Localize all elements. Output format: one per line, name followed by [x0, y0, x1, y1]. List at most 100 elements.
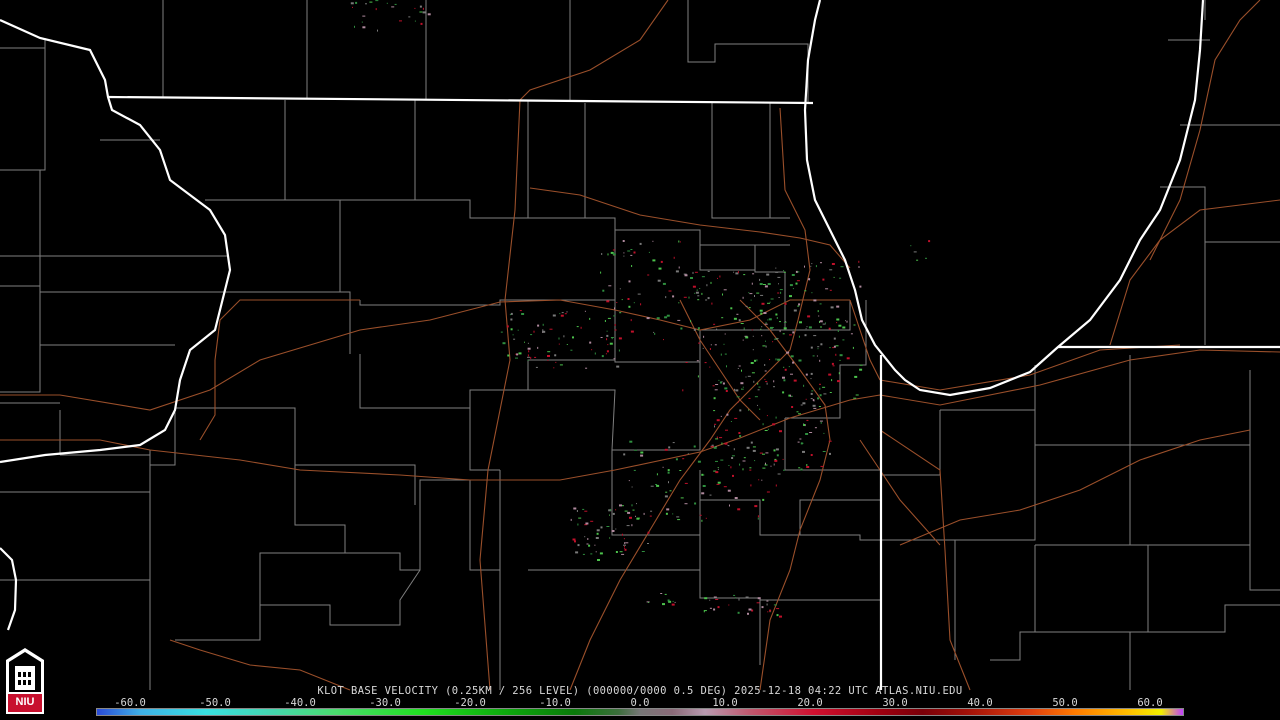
- echo-pixel: [697, 299, 700, 301]
- echo-pixel: [587, 538, 589, 540]
- echo-pixel: [585, 522, 589, 525]
- echo-pixel: [614, 307, 615, 310]
- echo-pixel: [566, 311, 568, 313]
- echo-pixel: [710, 446, 714, 448]
- echo-pixel: [762, 498, 765, 501]
- echo-pixel: [709, 348, 711, 350]
- echo-pixel: [782, 333, 785, 335]
- echo-pixel: [667, 469, 670, 472]
- echo-pixel: [589, 317, 591, 320]
- echo-pixel: [699, 514, 702, 516]
- echo-pixel: [535, 366, 538, 368]
- echo-pixel: [734, 417, 738, 419]
- echo-pixel: [799, 321, 802, 324]
- echo-pixel: [647, 274, 650, 276]
- echo-pixel: [701, 276, 705, 278]
- echo-pixel: [754, 359, 756, 362]
- echo-pixel: [677, 519, 681, 521]
- echo-pixel: [616, 365, 620, 368]
- echo-pixel: [701, 519, 703, 522]
- echo-pixel: [515, 357, 518, 359]
- echo-pixel: [618, 349, 620, 352]
- echo-pixel: [757, 515, 759, 518]
- echo-pixel: [613, 315, 616, 317]
- echo-pixel: [660, 260, 663, 263]
- echo-pixel: [500, 331, 503, 333]
- echo-pixel: [623, 453, 626, 456]
- echo-pixel: [613, 358, 616, 360]
- echo-pixel: [671, 603, 675, 606]
- echo-pixel: [716, 436, 718, 439]
- echo-pixel: [704, 362, 707, 364]
- echo-pixel: [723, 343, 725, 345]
- echo-pixel: [602, 289, 605, 292]
- echo-pixel: [414, 7, 416, 9]
- echo-pixel: [815, 265, 817, 268]
- echo-pixel: [758, 479, 760, 481]
- echo-pixel: [825, 322, 826, 324]
- echo-pixel: [798, 359, 802, 362]
- echo-pixel: [723, 486, 727, 488]
- echo-pixel: [762, 467, 766, 469]
- echo-pixel: [697, 327, 700, 330]
- echo-pixel: [427, 13, 431, 16]
- echo-pixel: [833, 276, 835, 278]
- echo-pixel: [648, 251, 650, 253]
- echo-pixel: [668, 481, 669, 484]
- echo-pixel: [715, 599, 719, 600]
- echo-pixel: [748, 409, 749, 411]
- echo-pixel: [680, 327, 683, 330]
- echo-pixel: [846, 357, 850, 360]
- echo-pixel: [730, 466, 732, 469]
- echo-pixel: [394, 3, 397, 5]
- echo-pixel: [839, 359, 841, 361]
- echo-pixel: [752, 335, 754, 337]
- echo-pixel: [828, 327, 831, 330]
- echo-pixel: [837, 380, 840, 383]
- echo-pixel: [776, 337, 778, 339]
- echo-pixel: [788, 366, 790, 368]
- echo-pixel: [408, 16, 411, 18]
- echo-pixel: [731, 455, 735, 457]
- echo-pixel: [584, 310, 586, 312]
- echo-pixel: [845, 320, 846, 322]
- echo-pixel: [537, 346, 539, 349]
- echo-pixel: [566, 344, 568, 345]
- echo-pixel: [685, 362, 688, 363]
- echo-pixel: [534, 356, 537, 358]
- echo-pixel: [600, 337, 603, 338]
- echo-pixel: [818, 406, 821, 407]
- echo-pixel: [765, 340, 766, 342]
- echo-pixel: [840, 266, 844, 268]
- echo-pixel: [582, 508, 585, 510]
- echo-pixel: [778, 283, 779, 285]
- echo-pixel: [362, 26, 366, 29]
- echo-pixel: [647, 531, 650, 534]
- echo-pixel: [713, 608, 716, 611]
- echo-pixel: [779, 321, 781, 323]
- echo-pixel: [783, 271, 786, 273]
- echo-pixel: [618, 337, 622, 340]
- echo-pixel: [773, 380, 775, 383]
- echo-pixel: [797, 271, 800, 273]
- echo-pixel: [762, 284, 766, 285]
- product-caption: KLOT BASE VELOCITY (0.25KM / 256 LEVEL) …: [317, 685, 963, 697]
- echo-pixel: [647, 543, 649, 544]
- echo-pixel: [678, 240, 680, 243]
- echo-pixel: [607, 317, 611, 319]
- echo-pixel: [624, 510, 628, 512]
- echo-pixel: [577, 523, 579, 526]
- echo-pixel: [820, 262, 822, 264]
- echo-pixel: [547, 359, 549, 361]
- echo-pixel: [763, 312, 767, 314]
- echo-pixel: [789, 334, 792, 336]
- echo-pixel: [737, 611, 740, 614]
- echo-pixel: [766, 603, 768, 606]
- echo-pixel: [678, 266, 680, 269]
- echo-pixel: [399, 20, 402, 22]
- echo-pixel: [558, 343, 560, 345]
- echo-pixel: [836, 318, 840, 321]
- echo-pixel: [631, 486, 633, 488]
- echo-pixel: [750, 362, 754, 364]
- echo-pixel: [630, 319, 632, 322]
